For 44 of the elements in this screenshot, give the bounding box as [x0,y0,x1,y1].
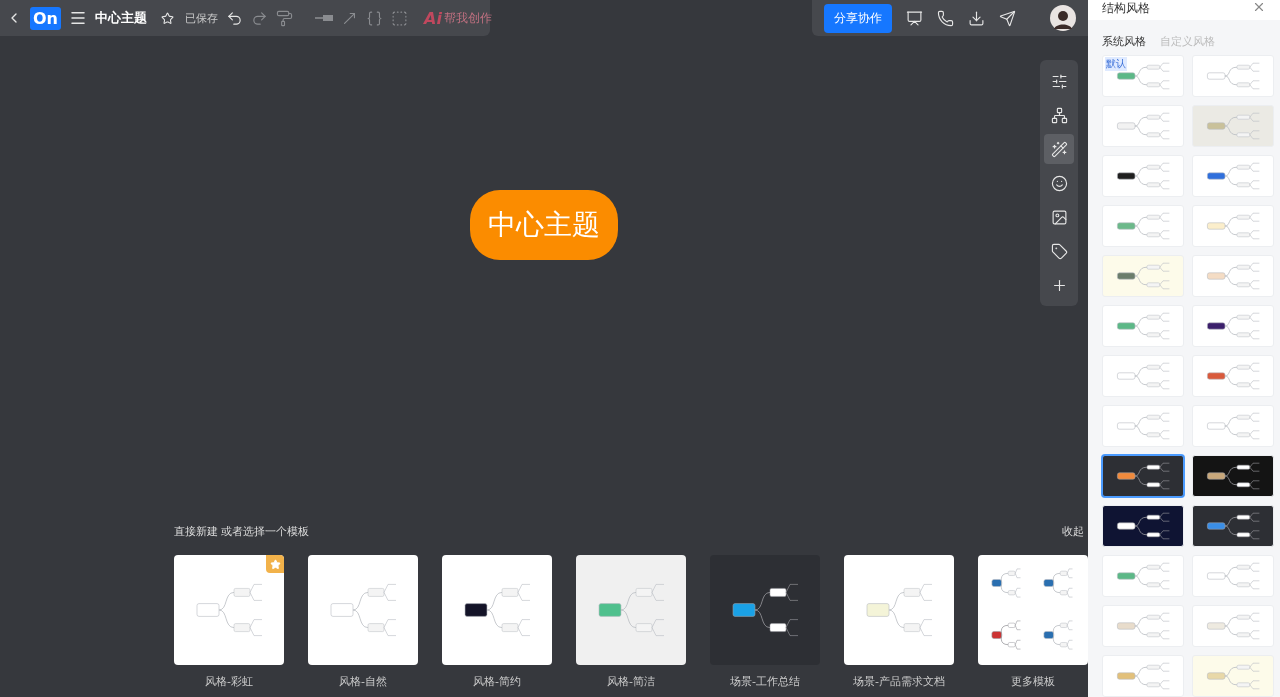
smiley-icon [1050,174,1068,192]
template-label: 风格-彩虹 [205,674,253,689]
template-label: 风格-自然 [339,674,387,689]
star-button[interactable] [161,11,174,25]
style-option[interactable] [1102,455,1184,497]
close-button[interactable] [1252,0,1266,14]
ai-create-link[interactable]: 帮我创作 [443,9,492,27]
boundary-button[interactable] [391,9,408,27]
side-tool-button[interactable] [1044,134,1074,164]
download-button[interactable] [968,9,985,27]
send-button[interactable] [999,9,1016,27]
image-icon [1050,208,1068,226]
ai-label: Ai [424,8,442,28]
style-option[interactable]: 默认 [1102,55,1184,97]
presentation-button[interactable] [906,9,923,27]
save-status: 已保存 [185,10,218,26]
template-heading: 直接新建 或者选择一个模板 [174,524,310,539]
connector-button[interactable] [315,13,333,23]
central-topic[interactable]: 中心主题 [470,190,618,260]
panel-tab[interactable]: 系统风格 [1102,34,1146,49]
template-label: 场景-工作总结 [730,674,800,689]
menu-button[interactable] [69,9,87,27]
avatar[interactable] [1050,5,1076,31]
tag-icon [1050,242,1068,260]
redo-button[interactable] [251,9,268,27]
sliders-icon [1050,72,1068,90]
template-card[interactable] [442,555,552,665]
panel-title: 结构风格 [1102,0,1150,17]
template-card[interactable] [710,555,820,665]
default-badge: 默认 [1105,57,1127,71]
magic-wand-icon [1050,140,1068,158]
logo: On [30,6,61,30]
template-label: 更多模板 [1011,674,1055,689]
collapse-button[interactable]: 收起 [1062,524,1084,539]
structure-icon [1050,106,1068,124]
format-painter-button[interactable] [276,9,293,27]
share-button[interactable]: 分享协作 [824,3,892,33]
template-label: 风格-简约 [473,674,521,689]
template-label: 场景-产品需求文档 [853,674,945,689]
summary-button[interactable] [366,9,383,27]
document-title: 中心主题 [95,9,147,27]
undo-button[interactable] [226,9,243,27]
phone-button[interactable] [937,9,954,27]
template-label: 风格-简洁 [607,674,655,689]
